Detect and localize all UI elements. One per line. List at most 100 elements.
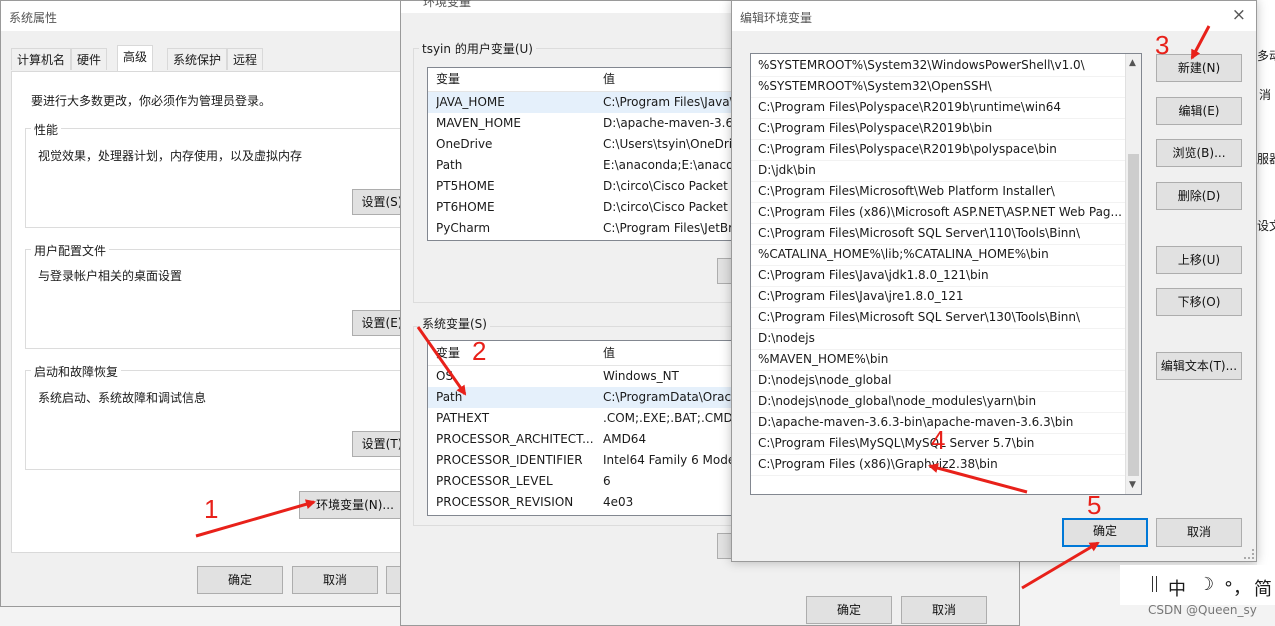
performance-group xyxy=(25,128,405,228)
edit-env-var-window: 编辑环境变量 × ▲ ▼ %SYSTEMROOT%\System32\Windo… xyxy=(731,0,1257,562)
variable-name-cell: PyCharm xyxy=(436,221,491,235)
table-row[interactable]: PT5HOME D:\circo\Cisco Packet T xyxy=(428,176,746,197)
system-props-ok-button[interactable]: 确定 xyxy=(197,566,283,594)
variable-name-cell: Path xyxy=(436,158,463,172)
path-entry[interactable]: C:\Program Files\Java\jdk1.8.0_121\bin xyxy=(751,265,1125,287)
table-row[interactable]: Path C:\ProgramData\Oracl xyxy=(428,387,746,408)
variable-value-cell: D:\circo\Cisco Packet T xyxy=(603,179,740,193)
table-row[interactable]: PT6HOME D:\circo\Cisco Packet T xyxy=(428,197,746,218)
path-entry-text: C:\Program Files\Microsoft SQL Server\11… xyxy=(758,226,1081,240)
path-entry[interactable]: C:\Program Files\Polyspace\R2019b\polysp… xyxy=(751,139,1125,161)
system-props-cancel-button[interactable]: 取消 xyxy=(292,566,378,594)
variable-value-cell: E:\anaconda;E:\anacon xyxy=(603,158,742,172)
col-value-header[interactable]: 值 xyxy=(603,341,615,365)
table-row[interactable]: OneDrive C:\Users\tsyin\OneDrive xyxy=(428,134,746,155)
path-entry-text: C:\Program Files\Microsoft SQL Server\13… xyxy=(758,310,1081,324)
path-entry-text: C:\Program Files\Java\jre1.8.0_121 xyxy=(758,289,964,303)
variable-value-cell: .COM;.EXE;.BAT;.CMD; xyxy=(603,411,737,425)
user-profile-desc: 与登录帐户相关的桌面设置 xyxy=(38,269,183,283)
punct-mode-icon[interactable]: °， xyxy=(1224,574,1251,600)
path-entry[interactable]: D:\jdk\bin xyxy=(751,160,1125,182)
ime-trad-simplified[interactable]: 简 xyxy=(1254,575,1272,601)
tab-remote[interactable]: 远程 xyxy=(227,48,264,70)
variable-value-cell: C:\Program Files\Java\ xyxy=(603,95,734,109)
table-row[interactable]: PROCESSOR_IDENTIFIER Intel64 Family 6 Mod… xyxy=(428,450,746,471)
path-entry-text: D:\nodejs xyxy=(758,331,815,345)
variable-name-cell: PROCESSOR_IDENTIFIER xyxy=(436,453,583,467)
table-row[interactable]: JAVA_HOME C:\Program Files\Java\ xyxy=(428,92,746,113)
user-vars-list[interactable]: 变量 值 JAVA_HOME C:\Program Files\Java\ MAVE… xyxy=(427,67,747,241)
move-up-button[interactable]: 上移(U) xyxy=(1156,246,1242,274)
path-entry[interactable]: C:\Program Files\Microsoft\Web Platform … xyxy=(751,181,1125,203)
path-entry[interactable]: D:\nodejs\node_global\node_modules\yarn\… xyxy=(751,391,1125,413)
variable-name-cell: PROCESSOR_REVISION xyxy=(436,495,574,509)
environment-variables-button[interactable]: 环境变量(N)... xyxy=(299,491,411,519)
path-entry[interactable]: C:\Program Files\Microsoft SQL Server\11… xyxy=(751,223,1125,245)
ime-grip-icon[interactable] xyxy=(1152,576,1157,592)
table-row[interactable]: OS Windows_NT xyxy=(428,366,746,387)
path-entry[interactable]: %CATALINA_HOME%\lib;%CATALINA_HOME%\bin xyxy=(751,244,1125,266)
user-vars-label: tsyin 的用户变量(U) xyxy=(419,40,536,57)
annotation-number-3: 3 xyxy=(1155,30,1170,60)
path-entry-text: D:\apache-maven-3.6.3-bin\apache-maven-3… xyxy=(758,415,1074,429)
env-vars-cancel-button[interactable]: 取消 xyxy=(901,596,987,624)
ime-toolbar: 中 ☽ °， 简 xyxy=(1120,565,1275,605)
variable-name-cell: OneDrive xyxy=(436,137,493,151)
delete-button[interactable]: 删除(D) xyxy=(1156,182,1242,210)
tab-system-protection[interactable]: 系统保护 xyxy=(167,48,228,70)
variable-name-cell: PT6HOME xyxy=(436,200,495,214)
table-row[interactable]: PROCESSOR_ARCHITECT... AMD64 xyxy=(428,429,746,450)
edit-button[interactable]: 编辑(E) xyxy=(1156,97,1242,125)
table-row[interactable]: PATHEXT .COM;.EXE;.BAT;.CMD; xyxy=(428,408,746,429)
path-list[interactable]: ▲ ▼ %SYSTEMROOT%\System32\WindowsPowerSh… xyxy=(750,53,1142,495)
browse-button[interactable]: 浏览(B)... xyxy=(1156,139,1242,167)
col-value-header[interactable]: 值 xyxy=(603,68,615,91)
path-entry[interactable]: %SYSTEMROOT%\System32\WindowsPowerShell\… xyxy=(751,55,1125,77)
path-entry[interactable]: C:\Program Files\Microsoft SQL Server\13… xyxy=(751,307,1125,329)
path-entry-text: C:\Program Files\Microsoft\Web Platform … xyxy=(758,184,1055,198)
variable-name-cell: JAVA_HOME xyxy=(436,95,505,109)
ime-lang-chinese[interactable]: 中 xyxy=(1168,575,1186,601)
resize-grip-icon[interactable] xyxy=(1244,549,1254,559)
tab-advanced[interactable]: 高级 xyxy=(117,45,154,71)
scroll-down-icon[interactable]: ▼ xyxy=(1129,480,1136,490)
table-row[interactable]: Path E:\anaconda;E:\anacon xyxy=(428,155,746,176)
window-title: 系统属性 xyxy=(9,11,58,25)
move-down-button[interactable]: 下移(O) xyxy=(1156,288,1242,316)
edit-env-ok-button[interactable]: 确定 xyxy=(1062,518,1148,547)
path-entry[interactable]: C:\Program Files (x86)\Microsoft ASP.NET… xyxy=(751,202,1125,224)
path-entry[interactable]: C:\Program Files\Polyspace\R2019b\runtim… xyxy=(751,97,1125,119)
col-variable-header[interactable]: 变量 xyxy=(436,341,460,365)
table-row[interactable]: MAVEN_HOME D:\apache-maven-3.6.3 xyxy=(428,113,746,134)
scroll-thumb[interactable] xyxy=(1128,154,1139,476)
table-row[interactable]: PyCharm C:\Program Files\JetBr xyxy=(428,218,746,239)
tab-computer-name[interactable]: 计算机名 xyxy=(11,48,72,70)
edit-env-cancel-button[interactable]: 取消 xyxy=(1156,518,1242,547)
path-entry[interactable]: D:\nodejs\node_global xyxy=(751,370,1125,392)
edit-text-button[interactable]: 编辑文本(T)... xyxy=(1156,352,1242,380)
scroll-up-icon[interactable]: ▲ xyxy=(1129,58,1136,68)
path-list-scrollbar[interactable]: ▲ ▼ xyxy=(1125,54,1141,494)
system-properties-titlebar: 系统属性 xyxy=(1,1,404,31)
edge-text-1: 多动 xyxy=(1257,49,1275,63)
startup-recovery-group xyxy=(25,370,405,470)
variable-value-cell: D:\apache-maven-3.6.3 xyxy=(603,116,745,130)
path-entry[interactable]: %MAVEN_HOME%\bin xyxy=(751,349,1125,371)
path-entry[interactable]: D:\nodejs xyxy=(751,328,1125,350)
variable-name-cell: Path xyxy=(436,390,463,404)
table-row[interactable]: PROCESSOR_REVISION 4e03 xyxy=(428,492,746,513)
close-icon[interactable]: × xyxy=(1232,5,1246,25)
path-entry[interactable]: %SYSTEMROOT%\System32\OpenSSH\ xyxy=(751,76,1125,98)
path-entry[interactable]: C:\Program Files (x86)\Graphviz2.38\bin xyxy=(751,454,1125,476)
table-row[interactable]: PROCESSOR_LEVEL 6 xyxy=(428,471,746,492)
tab-hardware[interactable]: 硬件 xyxy=(71,48,108,70)
path-entry[interactable]: C:\Program Files\Java\jre1.8.0_121 xyxy=(751,286,1125,308)
edit-env-title: 编辑环境变量 xyxy=(740,11,813,25)
env-vars-ok-button[interactable]: 确定 xyxy=(806,596,892,624)
user-profile-label: 用户配置文件 xyxy=(31,242,110,259)
moon-icon[interactable]: ☽ xyxy=(1198,574,1214,595)
path-entry[interactable]: C:\Program Files\Polyspace\R2019b\bin xyxy=(751,118,1125,140)
path-entry-text: C:\Program Files\MySQL\MySQL Server 5.7\… xyxy=(758,436,1035,450)
col-variable-header[interactable]: 变量 xyxy=(436,68,460,91)
variable-value-cell: 4e03 xyxy=(603,495,634,509)
